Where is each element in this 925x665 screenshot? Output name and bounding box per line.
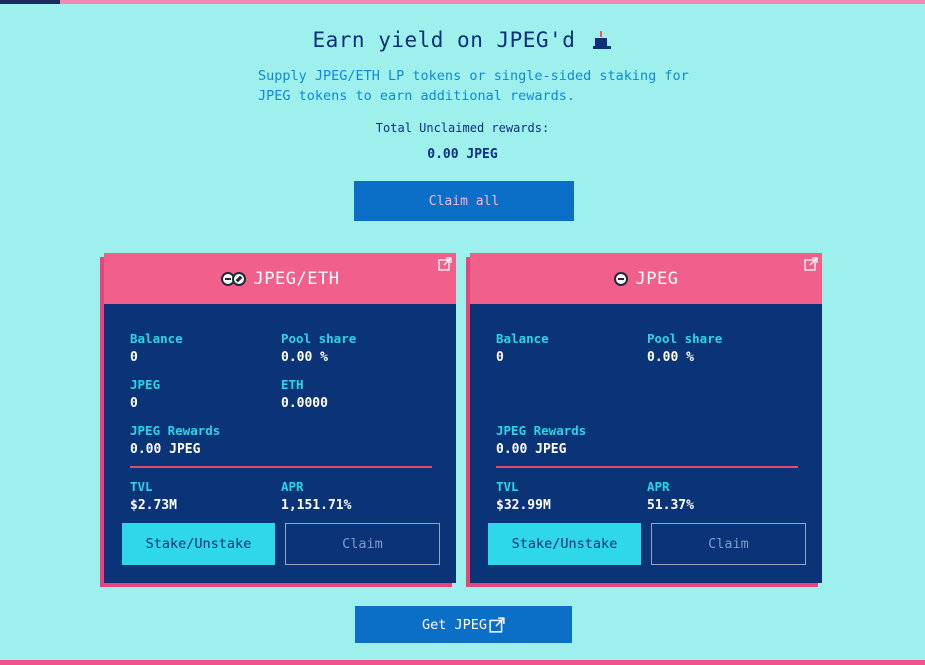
stake-unstake-button[interactable]: Stake/Unstake xyxy=(122,523,275,565)
jpeg-label: JPEG xyxy=(130,377,161,392)
external-link-icon[interactable] xyxy=(804,257,818,271)
rewards-field: JPEG Rewards 0.00 JPEG xyxy=(496,423,586,459)
external-link-icon xyxy=(489,616,505,633)
jpeg-field: JPEG 0 xyxy=(130,377,160,413)
balance-field: Balance 0 xyxy=(130,331,183,367)
pool-card-header: JPEG/ETH xyxy=(104,253,456,304)
pool-share-value: 0.00 % xyxy=(281,350,328,365)
eth-label: ETH xyxy=(281,377,304,392)
balance-value: 0 xyxy=(130,350,138,365)
claim-button[interactable]: Claim xyxy=(651,523,806,565)
pool-card-header: JPEG xyxy=(470,253,822,304)
divider xyxy=(130,466,432,468)
token-icons xyxy=(220,271,246,286)
pool-share-field: Pool share 0.00 % xyxy=(647,331,722,367)
total-unclaimed-value: 0.00 JPEG xyxy=(427,147,498,162)
tvl-label: TVL xyxy=(130,479,153,494)
balance-label: Balance xyxy=(496,331,549,346)
apr-value: 51.37% xyxy=(647,498,694,513)
tvl-field: TVL $2.73M xyxy=(130,479,177,515)
claim-button[interactable]: Claim xyxy=(285,523,440,565)
token-icons xyxy=(613,271,628,286)
pool-title: JPEG xyxy=(635,268,679,289)
apr-field: APR 1,151.71% xyxy=(281,479,351,515)
get-jpeg-button[interactable]: Get JPEG xyxy=(354,605,573,644)
rewards-label: JPEG Rewards xyxy=(496,423,587,438)
page: Earn yield on JPEG'd Supply JPEG/ETH LP … xyxy=(0,0,925,665)
rewards-label: JPEG Rewards xyxy=(130,423,221,438)
tvl-label: TVL xyxy=(496,479,519,494)
external-link-icon[interactable] xyxy=(438,257,452,271)
tvl-value: $32.99M xyxy=(496,498,551,513)
eth-field: ETH 0.0000 xyxy=(281,377,328,413)
apr-label: APR xyxy=(647,479,670,494)
stake-unstake-button[interactable]: Stake/Unstake xyxy=(488,523,641,565)
page-title-text: Earn yield on JPEG'd xyxy=(312,28,576,52)
tvl-field: TVL $32.99M xyxy=(496,479,551,515)
tvl-value: $2.73M xyxy=(130,498,177,513)
pool-title: JPEG/ETH xyxy=(253,268,340,289)
pool-card-jpeg: JPEG Balance 0 Pool share 0.00 % JPEG Re… xyxy=(470,253,822,583)
rewards-field: JPEG Rewards 0.00 JPEG xyxy=(130,423,220,459)
apr-field: APR 51.37% xyxy=(647,479,694,515)
pool-share-value: 0.00 % xyxy=(647,350,694,365)
total-unclaimed-label: Total Unclaimed rewards: xyxy=(375,121,550,135)
balance-label: Balance xyxy=(130,331,183,346)
page-subtitle: Supply JPEG/ETH LP tokens or single-side… xyxy=(258,68,689,104)
pool-share-field: Pool share 0.00 % xyxy=(281,331,356,367)
divider xyxy=(496,466,798,468)
balance-field: Balance 0 xyxy=(496,331,549,367)
eth-value: 0.0000 xyxy=(281,396,328,411)
coffee-icon xyxy=(592,31,613,49)
claim-all-button[interactable]: Claim all xyxy=(354,181,574,221)
pool-share-label: Pool share xyxy=(647,331,723,346)
bottom-strip xyxy=(0,660,925,665)
pool-share-label: Pool share xyxy=(281,331,357,346)
page-title: Earn yield on JPEG'd xyxy=(0,28,925,52)
rewards-value: 0.00 JPEG xyxy=(496,442,567,457)
jpeg-token-icon xyxy=(613,271,628,286)
jpeg-value: 0 xyxy=(130,396,138,411)
pool-card-jpeg-eth: JPEG/ETH Balance 0 Pool share 0.00 % JPE… xyxy=(104,253,456,583)
apr-label: APR xyxy=(281,479,304,494)
rewards-value: 0.00 JPEG xyxy=(130,442,201,457)
top-strip xyxy=(0,0,925,4)
balance-value: 0 xyxy=(496,350,504,365)
apr-value: 1,151.71% xyxy=(281,498,352,513)
get-jpeg-label: Get JPEG xyxy=(421,616,488,633)
eth-token-icon xyxy=(231,271,246,286)
